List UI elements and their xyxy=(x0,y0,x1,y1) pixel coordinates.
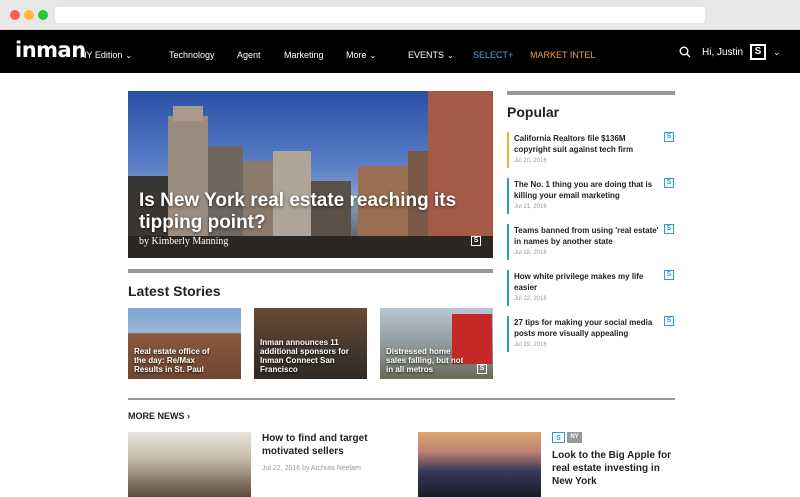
nav-item-more-label: More xyxy=(346,50,367,60)
nav-item-select-plus[interactable]: SELECT+ xyxy=(473,50,513,60)
popular-item-date: Jul 22, 2016 xyxy=(514,296,547,302)
page-content: Is New York real estate reaching its tip… xyxy=(0,73,800,497)
nav-item-technology[interactable]: Technology xyxy=(169,50,215,60)
nav-item-events-label: EVENTS xyxy=(408,50,445,60)
popular-item[interactable]: California Realtors file $136M copyright… xyxy=(507,132,677,168)
hero-title[interactable]: Is New York real estate reaching its tip… xyxy=(139,190,479,234)
nav-item-market-intel[interactable]: MARKET INTEL xyxy=(530,50,595,60)
popular-item-title[interactable]: Teams banned from using 'real estate' in… xyxy=(514,225,664,247)
popular-item-accent xyxy=(507,132,509,168)
latest-stories-heading: Latest Stories xyxy=(128,283,221,299)
popular-item-date: Jul 21, 2016 xyxy=(514,204,547,210)
select-badge-icon: S xyxy=(664,316,674,326)
select-badge-icon: S xyxy=(664,224,674,234)
story-card[interactable]: Distressed home sales falling, but not i… xyxy=(380,308,493,379)
minimize-window-icon[interactable] xyxy=(24,10,34,20)
popular-item-title[interactable]: The No. 1 thing you are doing that is ki… xyxy=(514,179,664,201)
popular-item[interactable]: Teams banned from using 'real estate' in… xyxy=(507,224,677,260)
select-badge-icon[interactable]: S xyxy=(750,44,766,60)
news-title[interactable]: How to find and target motivated sellers xyxy=(262,432,392,458)
chevron-down-icon: ⌄ xyxy=(447,51,454,60)
maximize-window-icon[interactable] xyxy=(38,10,48,20)
chevron-right-icon: › xyxy=(184,411,191,421)
top-navigation: inman NY Edition ⌄ Technology Agent Marke… xyxy=(0,30,800,73)
story-title[interactable]: Inman announces 11 additional sponsors f… xyxy=(260,338,350,374)
story-title[interactable]: Distressed home sales falling, but not i… xyxy=(386,347,466,374)
address-bar[interactable] xyxy=(55,7,705,23)
story-card[interactable]: Real estate office of the day: Re/Max Re… xyxy=(128,308,241,379)
divider xyxy=(507,91,675,95)
divider xyxy=(128,398,675,400)
story-title[interactable]: Real estate office of the day: Re/Max Re… xyxy=(134,347,214,374)
news-thumbnail[interactable] xyxy=(418,432,541,497)
news-title[interactable]: Look to the Big Apple for real estate in… xyxy=(552,449,677,488)
popular-item-accent xyxy=(507,178,509,214)
popular-item-title[interactable]: 27 tips for making your social media pos… xyxy=(514,317,664,339)
edition-selector[interactable]: NY Edition ⌄ xyxy=(80,50,132,60)
site-logo[interactable]: inman xyxy=(15,38,86,62)
close-window-icon[interactable] xyxy=(10,10,20,20)
search-icon[interactable] xyxy=(679,46,691,58)
select-badge-icon: S xyxy=(664,178,674,188)
ny-tag: NY xyxy=(567,432,582,443)
nav-item-events[interactable]: EVENTS ⌄ xyxy=(408,50,454,60)
hero-byline: by Kimberly Manning xyxy=(139,236,229,247)
popular-item[interactable]: 27 tips for making your social media pos… xyxy=(507,316,677,352)
popular-item-accent xyxy=(507,316,509,352)
popular-item-accent xyxy=(507,270,509,306)
select-badge-icon: S xyxy=(664,270,674,280)
news-meta: Jul 22, 2016 by Atchuta Neelam xyxy=(262,465,361,472)
chevron-down-icon[interactable]: ⌄ xyxy=(773,47,781,58)
nav-item-more[interactable]: More ⌄ xyxy=(346,50,376,60)
select-badge-icon: S xyxy=(477,364,487,374)
select-badge-icon: S xyxy=(471,236,481,246)
select-badge-icon: S xyxy=(552,432,565,443)
popular-item[interactable]: The No. 1 thing you are doing that is ki… xyxy=(507,178,677,214)
user-greeting[interactable]: Hi, Justin xyxy=(702,47,743,58)
popular-item-accent xyxy=(507,224,509,260)
more-news-label: MORE NEWS xyxy=(128,411,185,421)
popular-item-title[interactable]: How white privilege makes my life easier xyxy=(514,271,664,293)
hero-story[interactable]: Is New York real estate reaching its tip… xyxy=(128,91,493,258)
popular-item[interactable]: How white privilege makes my life easier… xyxy=(507,270,677,306)
more-news-link[interactable]: MORE NEWS › xyxy=(128,411,190,421)
popular-heading: Popular xyxy=(507,104,560,120)
popular-item-date: Jul 18, 2016 xyxy=(514,250,547,256)
popular-item-date: Jul 20, 2016 xyxy=(514,158,547,164)
popular-item-title[interactable]: California Realtors file $136M copyright… xyxy=(514,133,664,155)
chevron-down-icon: ⌄ xyxy=(369,51,377,60)
browser-chrome xyxy=(0,0,800,30)
edition-label: NY Edition xyxy=(80,50,123,60)
divider xyxy=(128,269,493,273)
select-badge-icon: S xyxy=(664,132,674,142)
nav-item-agent[interactable]: Agent xyxy=(237,50,261,60)
news-thumbnail[interactable] xyxy=(128,432,251,497)
nav-item-marketing[interactable]: Marketing xyxy=(284,50,324,60)
chevron-down-icon: ⌄ xyxy=(125,51,133,60)
popular-item-date: Jul 19, 2016 xyxy=(514,342,547,348)
story-card[interactable]: Inman announces 11 additional sponsors f… xyxy=(254,308,367,379)
